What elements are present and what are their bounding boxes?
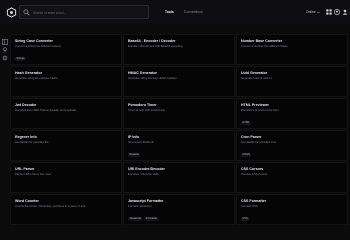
tool-card-description: Provides a preview of the html bbox=[241, 108, 279, 112]
settings-icon[interactable] bbox=[2, 55, 8, 61]
tag-badge: HTML bbox=[241, 121, 251, 125]
tool-card-tags: HTML bbox=[241, 121, 251, 125]
tool-card-description: Get details for provided ths bbox=[15, 140, 49, 144]
tool-grid: String Case Converter Convert a string in… bbox=[10, 34, 348, 225]
tag-badge: Javascript bbox=[128, 217, 143, 221]
tool-card-description: Generate uuid v1 and v4 bbox=[241, 76, 272, 80]
tool-card[interactable]: HMAC Generator Generate string into key H… bbox=[123, 66, 235, 97]
app-logo-icon[interactable] bbox=[6, 7, 17, 18]
grid-view-button[interactable] bbox=[325, 8, 333, 16]
status-select-value: Online bbox=[306, 10, 316, 14]
tool-card[interactable]: Uuid Generator Generate uuid v1 and v4 bbox=[236, 66, 348, 97]
tool-card[interactable]: Base64 - Encoder / Decoder Encode / decod… bbox=[123, 34, 235, 65]
tool-card-tags: Javascript Formatter bbox=[128, 217, 159, 221]
tool-card-title: Number Base Converter bbox=[241, 39, 283, 43]
search-box[interactable] bbox=[19, 5, 149, 19]
tool-card[interactable]: Hash Generator Generate string into vario… bbox=[10, 66, 122, 97]
tool-card-description: Generate string into various hashs bbox=[15, 76, 58, 80]
tag-badge: CSS bbox=[241, 217, 250, 221]
tool-card-title: Hash Generator bbox=[15, 71, 42, 75]
search-icon bbox=[23, 9, 30, 16]
tool-card-title: Jwt Decoder bbox=[15, 103, 37, 107]
tool-card[interactable]: IP Info Get current Public IP Network bbox=[123, 130, 235, 161]
tool-card-title: String Case Converter bbox=[15, 39, 53, 43]
tool-card-title: Word Counter bbox=[15, 199, 39, 203]
tool-card-title: Cron Parser bbox=[241, 135, 262, 139]
tool-card[interactable]: URI Encoder/Decoder Encodes / decodes URI… bbox=[123, 162, 235, 193]
tool-card[interactable]: Number Base Converter Convert a number in… bbox=[236, 34, 348, 65]
tool-card-description: Encodes / decodes URIs bbox=[128, 172, 159, 176]
status-select[interactable]: Online bbox=[306, 7, 322, 17]
github-icon bbox=[334, 9, 340, 15]
tool-card-title: URL Parser bbox=[15, 167, 35, 171]
tool-card-description: Convert a string into different case(s) bbox=[15, 44, 61, 48]
tool-card-description: Formats Javascript bbox=[128, 204, 152, 208]
tool-card[interactable]: Javascript Formatter Formats Javascript Ja… bbox=[123, 194, 235, 225]
tool-card[interactable]: URL Parser Parses URLs into a tree view bbox=[10, 162, 122, 193]
github-button[interactable] bbox=[333, 8, 341, 16]
tool-card[interactable]: CSS Formatter Formats CSS CSS bbox=[236, 194, 348, 225]
tool-card-title: Uuid Generator bbox=[241, 71, 268, 75]
tool-card-description: Counts the words, characters, and lines … bbox=[15, 204, 86, 208]
chevron-down-icon bbox=[316, 11, 320, 13]
tab-tools[interactable]: Tools bbox=[162, 7, 177, 17]
top-bar: Tools Connections Online bbox=[0, 0, 350, 24]
tab-bar: Tools Connections bbox=[162, 7, 206, 17]
collapse-icon[interactable] bbox=[2, 39, 8, 45]
tool-card[interactable]: Pomodoro Timer Timer to help with product… bbox=[123, 98, 235, 129]
tool-card-description: Preview CSS cursors bbox=[241, 172, 268, 176]
tool-card-title: URI Encoder/Decoder bbox=[128, 167, 165, 171]
tool-card[interactable]: Cron Parser Get details for provided cron… bbox=[236, 130, 348, 161]
tag-badge: CRON bbox=[241, 153, 252, 157]
tool-card-title: Base64 - Encoder / Decoder bbox=[128, 39, 176, 43]
grid-icon bbox=[326, 9, 332, 15]
tool-card[interactable]: Regexer Info Get details for provided ths bbox=[10, 130, 122, 161]
tool-card-title: Pomodoro Timer bbox=[128, 103, 157, 107]
tool-card-description: Get details for provided cron bbox=[241, 140, 277, 144]
tool-card-title: Javascript Formatter bbox=[128, 199, 164, 203]
user-button[interactable] bbox=[341, 8, 349, 16]
tool-card-title: CSS Formatter bbox=[241, 199, 267, 203]
tag-badge: Network bbox=[128, 153, 141, 157]
tool-card-description: Encode / decode text with Base64 encodin… bbox=[128, 44, 183, 48]
tool-card[interactable]: HTML Previewer Provides a preview of the … bbox=[236, 98, 348, 129]
tool-card-description: Generate string into key HMAC hashes bbox=[128, 76, 177, 80]
tool-card[interactable]: String Case Converter Convert a string in… bbox=[10, 34, 122, 65]
tool-card-description: Formats CSS bbox=[241, 204, 258, 208]
tool-card-description: Get current Public IP bbox=[128, 140, 154, 144]
tool-card[interactable]: Word Counter Counts the words, characters… bbox=[10, 194, 122, 225]
search-input[interactable] bbox=[33, 7, 143, 18]
tool-card-description: Parses URLs into a tree view bbox=[15, 172, 52, 176]
tool-card-title: HMAC Generator bbox=[128, 71, 157, 75]
pin-icon[interactable] bbox=[2, 47, 8, 53]
sidebar bbox=[0, 24, 10, 240]
tool-card[interactable]: CSS Cursors Preview CSS cursors bbox=[236, 162, 348, 193]
tool-card-description: Timer to help with productivity bbox=[128, 108, 165, 112]
tag-badge: Strings bbox=[15, 57, 26, 61]
tool-card-tags: Network bbox=[128, 153, 141, 157]
tool-card-description: Decodes Json Web Tokens (header and payl… bbox=[15, 108, 77, 112]
tool-card-title: HTML Previewer bbox=[241, 103, 269, 107]
tool-card-title: IP Info bbox=[128, 135, 139, 139]
tool-card-description: Convert a number into different bases bbox=[241, 44, 288, 48]
tool-card[interactable]: Jwt Decoder Decodes Json Web Tokens (head… bbox=[10, 98, 122, 129]
tab-connections[interactable]: Connections bbox=[181, 7, 206, 17]
tool-card-tags: CSS bbox=[241, 217, 250, 221]
tool-card-tags: CRON bbox=[241, 153, 252, 157]
tool-card-tags: Strings bbox=[15, 57, 26, 61]
tag-badge: Formatter bbox=[144, 217, 159, 221]
tool-card-title: Regexer Info bbox=[15, 135, 37, 139]
tool-card-title: CSS Cursors bbox=[241, 167, 264, 171]
user-icon bbox=[342, 9, 348, 15]
